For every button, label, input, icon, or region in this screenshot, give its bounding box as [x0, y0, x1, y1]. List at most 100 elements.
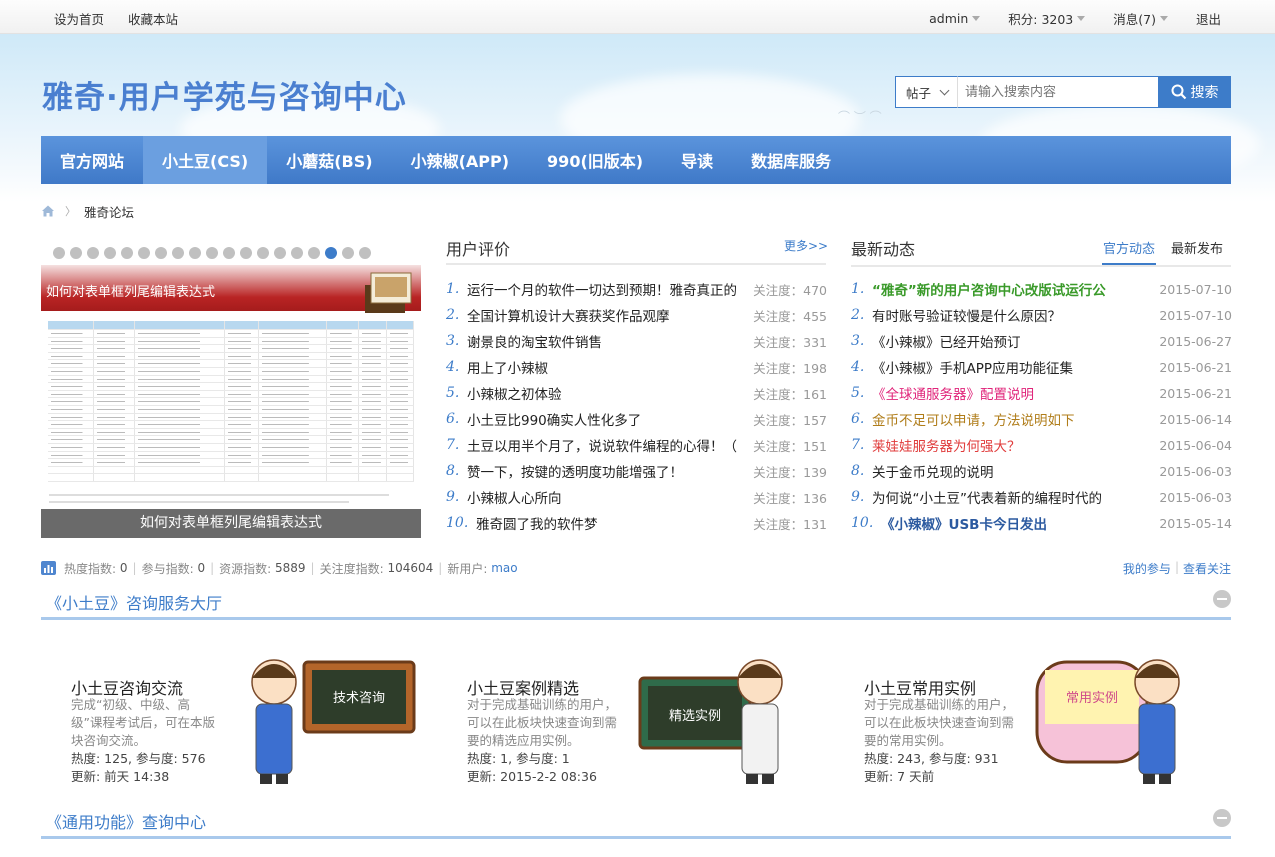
list-item[interactable]: 3. 谢景良的淘宝软件销售 关注度：331 — [446, 328, 827, 354]
points-menu[interactable]: 积分: 3203 — [1008, 9, 1086, 28]
list-item-title[interactable]: 有时账号验证较慢是什么原因？ — [872, 305, 1061, 325]
list-item-date: 2015-06-21 — [1159, 385, 1232, 401]
slider-dot[interactable] — [138, 247, 150, 259]
list-item-title[interactable]: 谢景良的淘宝软件销售 — [467, 331, 602, 351]
new-user-link[interactable]: mao — [491, 561, 517, 575]
section-title[interactable]: 《通用功能》查询中心 — [46, 809, 206, 833]
slider-dot[interactable] — [121, 247, 133, 259]
list-item[interactable]: 10. 雅奇圆了我的软件梦 关注度：131 — [446, 510, 827, 536]
list-item-title[interactable]: 《小辣椒》USB卡今日发出 — [881, 513, 1047, 533]
list-item[interactable]: 8. 关于金币兑现的说明 2015-06-03 — [851, 458, 1232, 484]
list-item-title[interactable]: 莱娃娃服务器为何强大？ — [872, 435, 1021, 455]
slider-dot[interactable] — [87, 247, 99, 259]
breadcrumb-current[interactable]: 雅奇论坛 — [84, 202, 134, 221]
list-item-title[interactable]: 运行一个月的软件一切达到预期！雅奇真正的 — [467, 279, 737, 299]
list-item[interactable]: 5. 《全球通服务器》配置说明 2015-06-21 — [851, 380, 1232, 406]
list-item-number: 2. — [446, 307, 460, 323]
list-item-title[interactable]: 关于金币兑现的说明 — [872, 461, 994, 481]
slider-dot[interactable] — [274, 247, 286, 259]
forum-card[interactable]: 小土豆案例精选 对于完成基础训练的用户，可以在此板块快速查询到需要的精选应用实例。… — [437, 650, 827, 790]
my-participation-link[interactable]: 我的参与 — [1123, 560, 1171, 577]
slider-dot[interactable] — [240, 247, 252, 259]
list-item[interactable]: 5. 小辣椒之初体验 关注度：161 — [446, 380, 827, 406]
reviews-more-link[interactable]: 更多>> — [784, 237, 828, 254]
sheet-row — [48, 466, 414, 475]
slider-dot[interactable] — [53, 247, 65, 259]
section-title[interactable]: 《小土豆》咨询服务大厅 — [46, 590, 222, 614]
logout-link[interactable]: 退出 — [1196, 9, 1221, 28]
list-item-title[interactable]: 赞一下，按键的透明度功能增强了！ — [467, 461, 683, 481]
home-icon[interactable] — [41, 204, 55, 218]
set-homepage-link[interactable]: 设为首页 — [54, 9, 104, 28]
slider-dot[interactable] — [291, 247, 303, 259]
list-item-title[interactable]: 《全球通服务器》配置说明 — [872, 383, 1034, 403]
search-button[interactable]: 搜索 — [1158, 76, 1231, 108]
list-item[interactable]: 6. 小土豆比990确实人性化多了 关注度：157 — [446, 406, 827, 432]
forum-card[interactable]: 小土豆咨询交流 完成“初级、中级、高级”课程考试后，可在本版块咨询交流。 热度: 1… — [41, 650, 431, 790]
slider[interactable]: 如何对表单框列尾编辑表达式 如何对表单框列尾编辑表达式 — [41, 265, 421, 538]
sheet-row — [48, 436, 414, 444]
collapse-icon[interactable] — [1213, 590, 1231, 608]
nav-990-old[interactable]: 990(旧版本) — [528, 136, 662, 184]
nav-database-service[interactable]: 数据库服务 — [732, 136, 850, 184]
list-item[interactable]: 3. 《小辣椒》已经开始预订 2015-06-27 — [851, 328, 1232, 354]
list-item-title[interactable]: 小辣椒人心所向 — [467, 487, 562, 507]
list-item-title[interactable]: “雅奇”新的用户咨询中心改版试运行公 — [872, 279, 1106, 299]
list-item-title[interactable]: 土豆以用半个月了，说说软件编程的心得！（ — [467, 435, 737, 455]
list-item[interactable]: 8. 赞一下，按键的透明度功能增强了！ 关注度：139 — [446, 458, 827, 484]
list-item[interactable]: 10. 《小辣椒》USB卡今日发出 2015-05-14 — [851, 510, 1232, 536]
nav-xiaolajiao-app[interactable]: 小辣椒(APP) — [392, 136, 528, 184]
chevron-down-icon — [1077, 16, 1086, 21]
list-item[interactable]: 7. 莱娃娃服务器为何强大？ 2015-06-04 — [851, 432, 1232, 458]
list-item-title[interactable]: 为何说“小土豆”代表着新的编程时代的 — [872, 487, 1102, 507]
list-item-title[interactable]: 雅奇圆了我的软件梦 — [476, 513, 598, 533]
slider-dot[interactable] — [342, 247, 354, 259]
list-item-title[interactable]: 小土豆比990确实人性化多了 — [467, 409, 641, 429]
slider-dot[interactable] — [308, 247, 320, 259]
tab-latest-posts[interactable]: 最新发布 — [1170, 238, 1224, 266]
bookmark-link[interactable]: 收藏本站 — [128, 9, 178, 28]
list-item[interactable]: 1. 运行一个月的软件一切达到预期！雅奇真正的 关注度：470 — [446, 276, 827, 302]
slider-dot[interactable] — [325, 247, 337, 259]
slider-dot[interactable] — [359, 247, 371, 259]
forum-card[interactable]: 小土豆常用实例 对于完成基础训练的用户，可以在此板块快速查询到需要的常用实例。 热度… — [834, 650, 1224, 790]
messages-menu[interactable]: 消息(7) — [1113, 9, 1168, 28]
list-item[interactable]: 9. 为何说“小土豆”代表着新的编程时代的 2015-06-03 — [851, 484, 1232, 510]
list-item[interactable]: 2. 全国计算机设计大赛获奖作品观摩 关注度：455 — [446, 302, 827, 328]
sheet-row — [48, 390, 414, 399]
search-input[interactable] — [957, 76, 1158, 108]
slider-dot[interactable] — [223, 247, 235, 259]
nav-guide[interactable]: 导读 — [662, 136, 732, 184]
user-menu[interactable]: admin — [929, 9, 981, 28]
view-follows-link[interactable]: 查看关注 — [1183, 560, 1231, 577]
slider-dot[interactable] — [189, 247, 201, 259]
slider-dot[interactable] — [70, 247, 82, 259]
list-item[interactable]: 9. 小辣椒人心所向 关注度：136 — [446, 484, 827, 510]
list-item[interactable]: 4. 用上了小辣椒 关注度：198 — [446, 354, 827, 380]
list-item-title[interactable]: 小辣椒之初体验 — [467, 383, 562, 403]
list-item[interactable]: 7. 土豆以用半个月了，说说软件编程的心得！（ 关注度：151 — [446, 432, 827, 458]
slider-dot[interactable] — [172, 247, 184, 259]
nav-official-site[interactable]: 官方网站 — [41, 136, 143, 184]
list-item-title[interactable]: 用上了小辣椒 — [467, 357, 548, 377]
tab-official-news[interactable]: 官方动态 — [1102, 238, 1157, 266]
list-item[interactable]: 4. 《小辣椒》手机APP应用功能征集 2015-06-21 — [851, 354, 1232, 380]
collapse-icon[interactable] — [1213, 809, 1231, 827]
list-item-title[interactable]: 全国计算机设计大赛获奖作品观摩 — [467, 305, 670, 325]
list-item-title[interactable]: 《小辣椒》手机APP应用功能征集 — [872, 357, 1073, 377]
slider-dot[interactable] — [104, 247, 116, 259]
forum-illustration: 常用实例 — [1035, 659, 1180, 784]
list-item[interactable]: 6. 金币不足可以申请，方法说明如下 2015-06-14 — [851, 406, 1232, 432]
nav-xiaomogu-bs[interactable]: 小蘑菇(BS) — [267, 136, 391, 184]
list-item-title[interactable]: 《小辣椒》已经开始预订 — [872, 331, 1021, 351]
top-bar: 设为首页 收藏本站 admin 积分: 3203 消息(7) 退出 — [0, 0, 1275, 34]
slide-caption[interactable]: 如何对表单框列尾编辑表达式 — [41, 509, 421, 538]
list-item[interactable]: 1. “雅奇”新的用户咨询中心改版试运行公 2015-07-10 — [851, 276, 1232, 302]
nav-xiaotudou-cs[interactable]: 小土豆(CS) — [143, 136, 268, 184]
slider-dot[interactable] — [257, 247, 269, 259]
slider-dot[interactable] — [206, 247, 218, 259]
list-item[interactable]: 2. 有时账号验证较慢是什么原因？ 2015-07-10 — [851, 302, 1232, 328]
search-type-select[interactable]: 帖子 — [895, 76, 957, 108]
list-item-title[interactable]: 金币不足可以申请，方法说明如下 — [872, 409, 1075, 429]
slider-dot[interactable] — [155, 247, 167, 259]
